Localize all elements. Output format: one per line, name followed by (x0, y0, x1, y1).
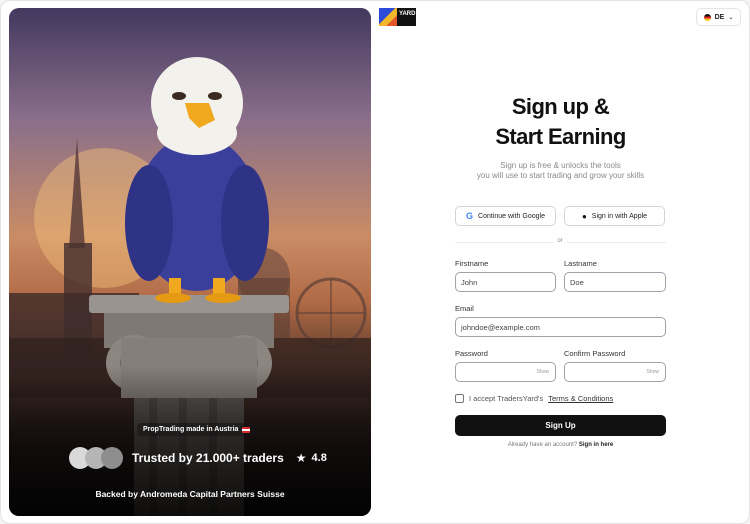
confirm-password-label: Confirm Password (564, 349, 626, 358)
sign-up-label: Sign Up (545, 421, 576, 430)
confirm-password-input[interactable]: Show (564, 362, 666, 382)
already-have-account: Already have an account? Sign in here (455, 442, 666, 448)
lastname-input[interactable]: Doe (564, 272, 666, 292)
already-text: Already have an account? (507, 442, 578, 448)
email-label: Email (455, 304, 474, 313)
password-show-toggle[interactable]: Show (536, 369, 549, 375)
apple-icon: ● (581, 211, 587, 221)
avatar-stack (69, 447, 123, 469)
logo-mark-icon (379, 8, 397, 26)
page-title-line1: Sign up & (511, 94, 610, 119)
backed-by-text: Backed by Andromeda Capital Partners Sui… (95, 489, 285, 499)
subtitle: Sign up is free & unlocks the tools you … (440, 161, 681, 181)
sign-in-with-apple-button[interactable]: ● Sign in with Apple (564, 206, 665, 226)
google-icon: G (466, 211, 474, 221)
hero-panel: PropTrading made in Austria Trusted by 2… (9, 8, 371, 516)
lastname-label: Lastname (564, 259, 597, 268)
terms-checkbox[interactable] (455, 393, 464, 403)
language-selector[interactable]: DE ⌄ (696, 8, 741, 26)
austria-flag-icon (242, 426, 251, 433)
logo-wordmark: YARD (397, 8, 416, 26)
trusted-text: Trusted by 21.000+ traders (132, 451, 284, 465)
password-label: Password (455, 349, 488, 358)
password-input[interactable]: Show (455, 362, 556, 382)
germany-flag-icon (703, 13, 711, 21)
email-input[interactable]: johndoe@example.com (455, 317, 666, 337)
rating-value: 4.8 (311, 452, 327, 464)
continue-with-google-button[interactable]: G Continue with Google (455, 206, 556, 226)
terms-link[interactable]: Terms & Conditions (548, 394, 613, 403)
tradersyard-logo[interactable]: YARD (379, 8, 416, 26)
subtitle-line2: you will use to start trading and grow y… (476, 171, 645, 180)
accept-text: I accept TradersYard's (469, 393, 544, 403)
subtitle-line1: Sign up is free & unlocks the tools (500, 161, 621, 170)
sign-in-link[interactable]: Sign in here (579, 442, 613, 448)
star-icon: ★ (295, 451, 307, 465)
apple-button-label: Sign in with Apple (591, 212, 648, 220)
terms-row: I accept TradersYard's Terms & Condition… (455, 393, 613, 403)
sign-up-button[interactable]: Sign Up (455, 415, 666, 436)
trust-row: Trusted by 21.000+ traders ★ 4.8 (69, 447, 327, 469)
email-value: johndoe@example.com (461, 322, 540, 332)
chevron-down-icon: ⌄ (728, 14, 734, 21)
google-button-label: Continue with Google (478, 212, 545, 220)
made-in-austria-badge: PropTrading made in Austria (137, 423, 257, 436)
or-separator: or (553, 238, 567, 244)
page-title-line2: Start Earning (495, 124, 626, 149)
lastname-value: Doe (570, 277, 584, 287)
firstname-label: Firstname (455, 259, 489, 268)
avatar (101, 447, 123, 469)
made-in-label: PropTrading made in Austria (143, 426, 239, 433)
confirm-password-show-toggle[interactable]: Show (646, 369, 659, 375)
firstname-input[interactable]: John (455, 272, 556, 292)
firstname-value: John (461, 277, 478, 287)
language-code: DE (714, 13, 725, 21)
